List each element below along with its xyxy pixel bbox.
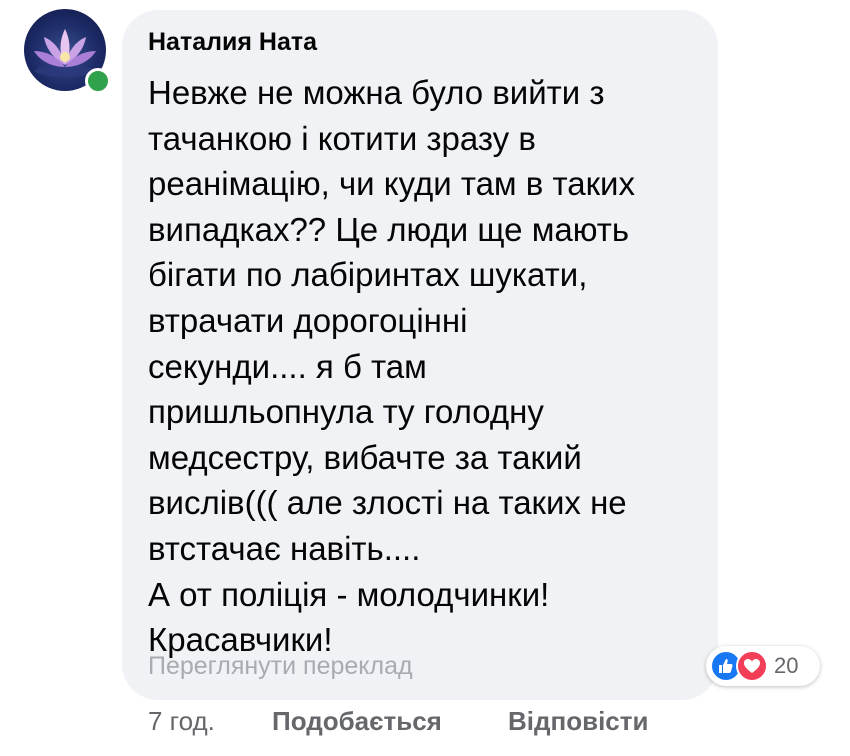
comment-line: бігати по лабіринтах шукати, <box>148 256 588 294</box>
love-icon <box>736 650 768 682</box>
comment-line: вислів((( але злості на таких не <box>148 484 627 522</box>
comment-line: А от поліція - молодчинки! <box>148 575 550 613</box>
comment-line: втстачає навіть.... <box>148 529 421 567</box>
see-translation-link[interactable]: Переглянути переклад <box>148 652 413 681</box>
comment-line: випадках?? Це люди ще мають <box>148 210 630 248</box>
comment-line: тачанкою і котити зразу в <box>148 119 536 157</box>
reactions-summary[interactable]: 20 <box>706 646 820 686</box>
comment-line: медсестру, вибачте за такий <box>148 438 582 476</box>
reply-button[interactable]: Відповісти <box>508 706 648 737</box>
online-status-dot <box>85 68 111 94</box>
comment-line: пришльопнула ту голодну <box>148 393 544 431</box>
comment-line: реанімацію, чи куди там в таких <box>148 165 635 203</box>
comment-text: Невже не можна було вийти з тачанкою і к… <box>148 70 708 663</box>
like-button[interactable]: Подобається <box>272 706 442 737</box>
reaction-count: 20 <box>774 653 799 678</box>
comment-line: Невже не можна було вийти з <box>148 74 605 111</box>
comment-timestamp[interactable]: 7 год. <box>148 706 215 737</box>
comment-author[interactable]: Наталия Ната <box>148 28 317 57</box>
comment-line: втрачати дорогоцінні <box>148 301 468 339</box>
comment-line: секунди.... я б там <box>148 347 427 385</box>
